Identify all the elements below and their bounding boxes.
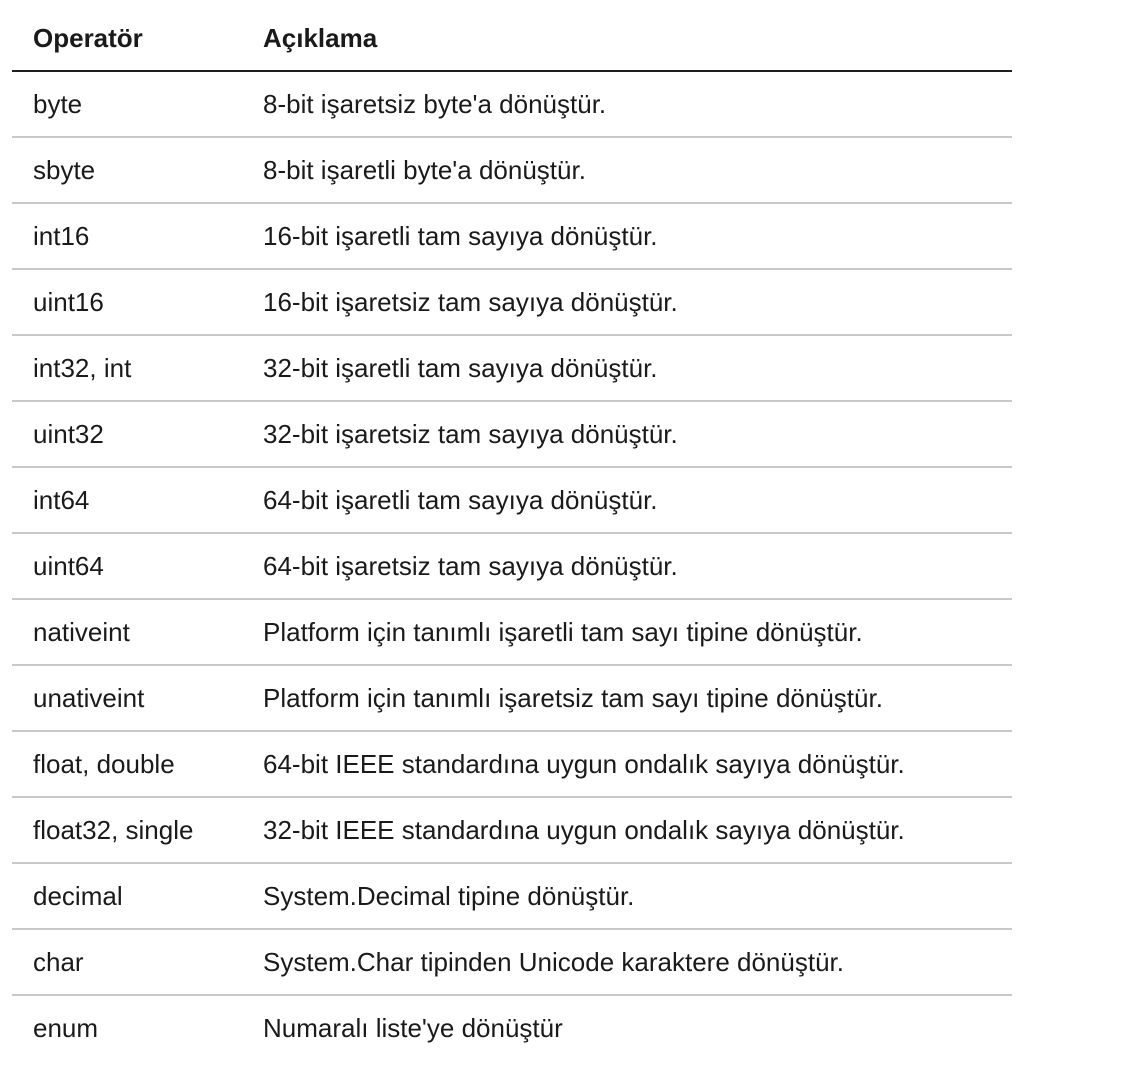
- column-header-description: Açıklama: [242, 6, 1012, 72]
- column-header-operator: Operatör: [12, 6, 242, 72]
- description-cell: 32-bit işaretli tam sayıya dönüştür.: [242, 335, 1012, 402]
- description-cell: System.Char tipinden Unicode karaktere d…: [242, 929, 1012, 996]
- table-row: unativeint Platform için tanımlı işarets…: [12, 665, 1012, 732]
- table-row: nativeint Platform için tanımlı işaretli…: [12, 599, 1012, 666]
- table-row: uint16 16-bit işaretsiz tam sayıya dönüş…: [12, 269, 1012, 336]
- table-row: char System.Char tipinden Unicode karakt…: [12, 929, 1012, 996]
- operator-table-container: Operatör Açıklama byte 8-bit işaretsiz b…: [12, 6, 1012, 1060]
- description-cell: 64-bit işaretsiz tam sayıya dönüştür.: [242, 533, 1012, 600]
- description-cell: 16-bit işaretsiz tam sayıya dönüştür.: [242, 269, 1012, 336]
- table-row: enum Numaralı liste'ye dönüştür: [12, 995, 1012, 1060]
- operator-cell: int32, int: [12, 335, 242, 402]
- operator-cell: unativeint: [12, 665, 242, 732]
- operator-cell: uint32: [12, 401, 242, 468]
- description-cell: System.Decimal tipine dönüştür.: [242, 863, 1012, 930]
- table-row: int16 16-bit işaretli tam sayıya dönüştü…: [12, 203, 1012, 270]
- description-cell: Platform için tanımlı işaretsiz tam sayı…: [242, 665, 1012, 732]
- operator-cell: decimal: [12, 863, 242, 930]
- operator-cell: byte: [12, 71, 242, 138]
- description-cell: 64-bit IEEE standardına uygun ondalık sa…: [242, 731, 1012, 798]
- table-row: int64 64-bit işaretli tam sayıya dönüştü…: [12, 467, 1012, 534]
- operator-cell: float32, single: [12, 797, 242, 864]
- table-row: float, double 64-bit IEEE standardına uy…: [12, 731, 1012, 798]
- operator-cell: uint16: [12, 269, 242, 336]
- operator-cell: int64: [12, 467, 242, 534]
- description-cell: 16-bit işaretli tam sayıya dönüştür.: [242, 203, 1012, 270]
- table-row: decimal System.Decimal tipine dönüştür.: [12, 863, 1012, 930]
- description-cell: 8-bit işaretsiz byte'a dönüştür.: [242, 71, 1012, 138]
- description-cell: 32-bit IEEE standardına uygun ondalık sa…: [242, 797, 1012, 864]
- description-cell: 64-bit işaretli tam sayıya dönüştür.: [242, 467, 1012, 534]
- table-row: sbyte 8-bit işaretli byte'a dönüştür.: [12, 137, 1012, 204]
- table-row: uint32 32-bit işaretsiz tam sayıya dönüş…: [12, 401, 1012, 468]
- description-cell: 8-bit işaretli byte'a dönüştür.: [242, 137, 1012, 204]
- table-row: float32, single 32-bit IEEE standardına …: [12, 797, 1012, 864]
- operator-cell: char: [12, 929, 242, 996]
- operator-cell: uint64: [12, 533, 242, 600]
- operator-cell: int16: [12, 203, 242, 270]
- operator-table: Operatör Açıklama byte 8-bit işaretsiz b…: [12, 6, 1012, 1060]
- table-row: uint64 64-bit işaretsiz tam sayıya dönüş…: [12, 533, 1012, 600]
- description-cell: Numaralı liste'ye dönüştür: [263, 1012, 563, 1043]
- operator-cell: enum: [33, 1012, 99, 1043]
- description-cell: Platform için tanımlı işaretli tam sayı …: [242, 599, 1012, 666]
- table-row: int32, int 32-bit işaretli tam sayıya dö…: [12, 335, 1012, 402]
- operator-cell: sbyte: [12, 137, 242, 204]
- table-header-row: Operatör Açıklama: [12, 6, 1012, 72]
- table-row: byte 8-bit işaretsiz byte'a dönüştür.: [12, 71, 1012, 138]
- description-cell: 32-bit işaretsiz tam sayıya dönüştür.: [242, 401, 1012, 468]
- operator-cell: float, double: [12, 731, 242, 798]
- operator-cell: nativeint: [12, 599, 242, 666]
